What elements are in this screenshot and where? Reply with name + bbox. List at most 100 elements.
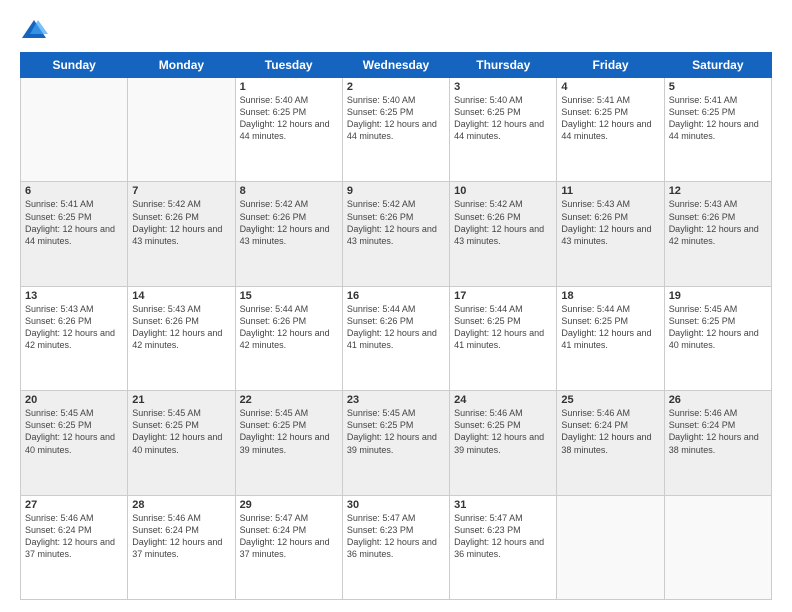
day-number: 6: [25, 185, 123, 197]
day-number: 29: [240, 499, 338, 511]
calendar-cell: 17Sunrise: 5:44 AMSunset: 6:25 PMDayligh…: [450, 286, 557, 390]
calendar-cell: 1Sunrise: 5:40 AMSunset: 6:25 PMDaylight…: [235, 78, 342, 182]
day-info: Sunrise: 5:43 AMSunset: 6:26 PMDaylight:…: [669, 198, 767, 247]
day-number: 16: [347, 290, 445, 302]
calendar-cell: 4Sunrise: 5:41 AMSunset: 6:25 PMDaylight…: [557, 78, 664, 182]
calendar-cell: [21, 78, 128, 182]
day-number: 4: [561, 81, 659, 93]
day-info: Sunrise: 5:47 AMSunset: 6:24 PMDaylight:…: [240, 512, 338, 561]
day-number: 30: [347, 499, 445, 511]
calendar-cell: [128, 78, 235, 182]
calendar-cell: 29Sunrise: 5:47 AMSunset: 6:24 PMDayligh…: [235, 495, 342, 599]
day-info: Sunrise: 5:45 AMSunset: 6:25 PMDaylight:…: [347, 407, 445, 456]
day-info: Sunrise: 5:46 AMSunset: 6:24 PMDaylight:…: [669, 407, 767, 456]
calendar-cell: 2Sunrise: 5:40 AMSunset: 6:25 PMDaylight…: [342, 78, 449, 182]
calendar-cell: 15Sunrise: 5:44 AMSunset: 6:26 PMDayligh…: [235, 286, 342, 390]
day-info: Sunrise: 5:45 AMSunset: 6:25 PMDaylight:…: [25, 407, 123, 456]
day-header-sunday: Sunday: [21, 53, 128, 78]
day-info: Sunrise: 5:42 AMSunset: 6:26 PMDaylight:…: [240, 198, 338, 247]
calendar-cell: 31Sunrise: 5:47 AMSunset: 6:23 PMDayligh…: [450, 495, 557, 599]
day-number: 2: [347, 81, 445, 93]
day-number: 3: [454, 81, 552, 93]
day-number: 31: [454, 499, 552, 511]
calendar-cell: 12Sunrise: 5:43 AMSunset: 6:26 PMDayligh…: [664, 182, 771, 286]
calendar-cell: 19Sunrise: 5:45 AMSunset: 6:25 PMDayligh…: [664, 286, 771, 390]
day-number: 15: [240, 290, 338, 302]
calendar-cell: 20Sunrise: 5:45 AMSunset: 6:25 PMDayligh…: [21, 391, 128, 495]
week-row-4: 20Sunrise: 5:45 AMSunset: 6:25 PMDayligh…: [21, 391, 772, 495]
calendar-cell: 5Sunrise: 5:41 AMSunset: 6:25 PMDaylight…: [664, 78, 771, 182]
day-number: 19: [669, 290, 767, 302]
calendar-cell: 16Sunrise: 5:44 AMSunset: 6:26 PMDayligh…: [342, 286, 449, 390]
calendar-cell: 7Sunrise: 5:42 AMSunset: 6:26 PMDaylight…: [128, 182, 235, 286]
calendar-table: SundayMondayTuesdayWednesdayThursdayFrid…: [20, 52, 772, 600]
calendar-cell: 23Sunrise: 5:45 AMSunset: 6:25 PMDayligh…: [342, 391, 449, 495]
day-number: 7: [132, 185, 230, 197]
day-info: Sunrise: 5:45 AMSunset: 6:25 PMDaylight:…: [132, 407, 230, 456]
day-number: 25: [561, 394, 659, 406]
calendar-cell: 8Sunrise: 5:42 AMSunset: 6:26 PMDaylight…: [235, 182, 342, 286]
week-row-2: 6Sunrise: 5:41 AMSunset: 6:25 PMDaylight…: [21, 182, 772, 286]
calendar-cell: 3Sunrise: 5:40 AMSunset: 6:25 PMDaylight…: [450, 78, 557, 182]
calendar-cell: 28Sunrise: 5:46 AMSunset: 6:24 PMDayligh…: [128, 495, 235, 599]
calendar-cell: 30Sunrise: 5:47 AMSunset: 6:23 PMDayligh…: [342, 495, 449, 599]
day-number: 14: [132, 290, 230, 302]
day-number: 8: [240, 185, 338, 197]
day-info: Sunrise: 5:46 AMSunset: 6:24 PMDaylight:…: [561, 407, 659, 456]
day-number: 18: [561, 290, 659, 302]
day-number: 23: [347, 394, 445, 406]
day-number: 22: [240, 394, 338, 406]
day-info: Sunrise: 5:44 AMSunset: 6:25 PMDaylight:…: [561, 303, 659, 352]
calendar-cell: 18Sunrise: 5:44 AMSunset: 6:25 PMDayligh…: [557, 286, 664, 390]
calendar-cell: 13Sunrise: 5:43 AMSunset: 6:26 PMDayligh…: [21, 286, 128, 390]
day-number: 26: [669, 394, 767, 406]
day-info: Sunrise: 5:40 AMSunset: 6:25 PMDaylight:…: [454, 94, 552, 143]
calendar-cell: 9Sunrise: 5:42 AMSunset: 6:26 PMDaylight…: [342, 182, 449, 286]
day-number: 10: [454, 185, 552, 197]
week-row-3: 13Sunrise: 5:43 AMSunset: 6:26 PMDayligh…: [21, 286, 772, 390]
day-info: Sunrise: 5:45 AMSunset: 6:25 PMDaylight:…: [669, 303, 767, 352]
day-number: 11: [561, 185, 659, 197]
day-info: Sunrise: 5:43 AMSunset: 6:26 PMDaylight:…: [132, 303, 230, 352]
calendar-cell: 24Sunrise: 5:46 AMSunset: 6:25 PMDayligh…: [450, 391, 557, 495]
calendar-cell: [664, 495, 771, 599]
day-info: Sunrise: 5:43 AMSunset: 6:26 PMDaylight:…: [25, 303, 123, 352]
day-number: 24: [454, 394, 552, 406]
calendar-cell: 6Sunrise: 5:41 AMSunset: 6:25 PMDaylight…: [21, 182, 128, 286]
day-number: 1: [240, 81, 338, 93]
week-row-1: 1Sunrise: 5:40 AMSunset: 6:25 PMDaylight…: [21, 78, 772, 182]
calendar-cell: 25Sunrise: 5:46 AMSunset: 6:24 PMDayligh…: [557, 391, 664, 495]
day-info: Sunrise: 5:44 AMSunset: 6:25 PMDaylight:…: [454, 303, 552, 352]
day-header-tuesday: Tuesday: [235, 53, 342, 78]
day-info: Sunrise: 5:47 AMSunset: 6:23 PMDaylight:…: [347, 512, 445, 561]
day-info: Sunrise: 5:44 AMSunset: 6:26 PMDaylight:…: [347, 303, 445, 352]
day-info: Sunrise: 5:47 AMSunset: 6:23 PMDaylight:…: [454, 512, 552, 561]
day-info: Sunrise: 5:44 AMSunset: 6:26 PMDaylight:…: [240, 303, 338, 352]
logo: [20, 16, 52, 44]
page: SundayMondayTuesdayWednesdayThursdayFrid…: [0, 0, 792, 612]
day-number: 13: [25, 290, 123, 302]
day-header-saturday: Saturday: [664, 53, 771, 78]
day-info: Sunrise: 5:40 AMSunset: 6:25 PMDaylight:…: [240, 94, 338, 143]
day-header-thursday: Thursday: [450, 53, 557, 78]
calendar-cell: 11Sunrise: 5:43 AMSunset: 6:26 PMDayligh…: [557, 182, 664, 286]
calendar-cell: 21Sunrise: 5:45 AMSunset: 6:25 PMDayligh…: [128, 391, 235, 495]
day-info: Sunrise: 5:41 AMSunset: 6:25 PMDaylight:…: [25, 198, 123, 247]
day-info: Sunrise: 5:46 AMSunset: 6:24 PMDaylight:…: [25, 512, 123, 561]
day-number: 9: [347, 185, 445, 197]
day-info: Sunrise: 5:41 AMSunset: 6:25 PMDaylight:…: [561, 94, 659, 143]
day-header-friday: Friday: [557, 53, 664, 78]
calendar-cell: [557, 495, 664, 599]
day-info: Sunrise: 5:42 AMSunset: 6:26 PMDaylight:…: [347, 198, 445, 247]
day-info: Sunrise: 5:40 AMSunset: 6:25 PMDaylight:…: [347, 94, 445, 143]
day-number: 5: [669, 81, 767, 93]
day-info: Sunrise: 5:46 AMSunset: 6:25 PMDaylight:…: [454, 407, 552, 456]
calendar-cell: 10Sunrise: 5:42 AMSunset: 6:26 PMDayligh…: [450, 182, 557, 286]
calendar-cell: 22Sunrise: 5:45 AMSunset: 6:25 PMDayligh…: [235, 391, 342, 495]
day-number: 21: [132, 394, 230, 406]
calendar-cell: 27Sunrise: 5:46 AMSunset: 6:24 PMDayligh…: [21, 495, 128, 599]
day-info: Sunrise: 5:43 AMSunset: 6:26 PMDaylight:…: [561, 198, 659, 247]
day-number: 12: [669, 185, 767, 197]
day-info: Sunrise: 5:42 AMSunset: 6:26 PMDaylight:…: [132, 198, 230, 247]
day-info: Sunrise: 5:46 AMSunset: 6:24 PMDaylight:…: [132, 512, 230, 561]
